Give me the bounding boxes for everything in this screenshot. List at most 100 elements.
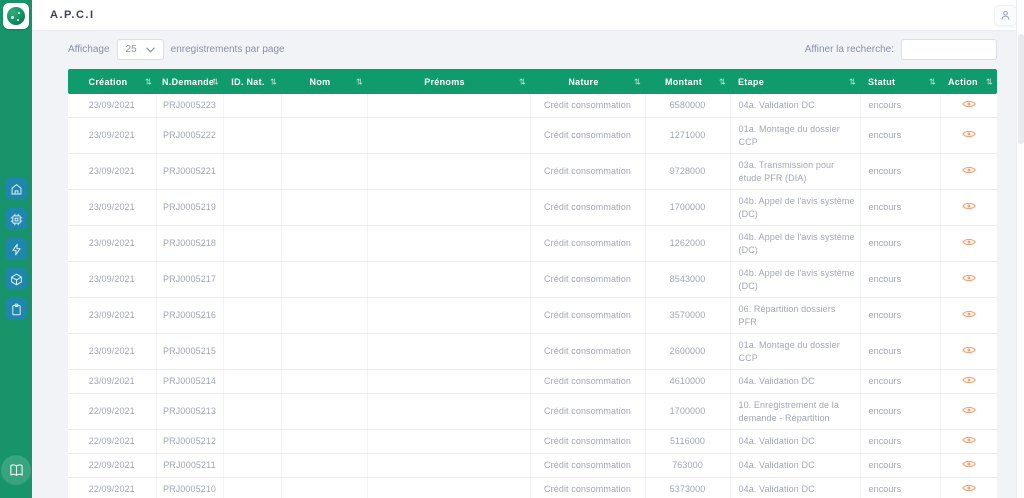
cell-action — [940, 297, 997, 334]
cell-demande: PRJ0005212 — [156, 429, 224, 454]
cell-demande: PRJ0005216 — [156, 297, 224, 334]
cell-creation: 22/09/2021 — [68, 477, 157, 498]
cell-etape: 04a. Validation DC — [730, 477, 861, 498]
cell-id-nat — [223, 429, 282, 454]
cell-id-nat — [223, 153, 282, 190]
cell-statut: encours — [860, 153, 941, 190]
cell-prenoms — [367, 117, 531, 154]
page-size-value: 25 — [125, 44, 137, 55]
cell-etape: 04a. Validation DC — [730, 453, 861, 478]
view-button[interactable] — [961, 483, 976, 493]
cell-id-nat — [223, 189, 282, 226]
clipboard-icon — [10, 303, 23, 316]
cell-id-nat — [223, 225, 282, 262]
cell-statut: encours — [860, 94, 941, 118]
cell-nom — [281, 153, 368, 190]
cell-montant: 1700000 — [645, 189, 731, 226]
cell-demande: PRJ0005222 — [156, 117, 224, 154]
view-button[interactable] — [961, 405, 976, 415]
table-row: 23/09/2021 PRJ0005214 Crédit consommatio… — [68, 369, 997, 394]
app-window: A.P.C.I Affichage 25 enregistrements par… — [0, 0, 1024, 498]
search-input[interactable] — [901, 39, 997, 60]
app-title: A.P.C.I — [50, 9, 95, 21]
sidebar-nav — [0, 178, 32, 320]
sidebar-item-system[interactable] — [5, 208, 27, 230]
cell-id-nat — [223, 94, 282, 118]
documentation-button[interactable] — [1, 455, 31, 485]
cell-etape: 04a. Validation DC — [730, 369, 861, 394]
sidebar-item-home[interactable] — [5, 178, 27, 200]
cell-action — [940, 369, 997, 394]
cell-action — [940, 225, 997, 262]
cell-creation: 23/09/2021 — [68, 261, 157, 298]
eye-icon — [961, 375, 976, 385]
column-header-id-nat[interactable]: ID. Nat. ⇅ — [223, 69, 281, 94]
column-header-prenoms[interactable]: Prénoms ⇅ — [367, 69, 530, 94]
globe-logo-icon — [7, 7, 25, 25]
column-header-nature[interactable]: Nature ⇅ — [530, 69, 645, 94]
view-button[interactable] — [961, 273, 976, 283]
cell-creation: 23/09/2021 — [68, 117, 157, 154]
page-size-select[interactable]: 25 — [116, 39, 164, 60]
column-header-etape[interactable]: Etape ⇅ — [730, 69, 860, 94]
column-header-statut[interactable]: Statut ⇅ — [860, 69, 940, 94]
scrollbar-thumb[interactable] — [1018, 34, 1024, 144]
records-suffix-label: enregistrements par page — [170, 44, 285, 55]
open-book-icon — [9, 463, 24, 478]
table-body: 23/09/2021 PRJ0005223 Crédit consommatio… — [68, 94, 997, 498]
cell-demande: PRJ0005213 — [156, 393, 224, 430]
view-button[interactable] — [961, 435, 976, 445]
table-row: 23/09/2021 PRJ0005221 Crédit consommatio… — [68, 153, 997, 190]
cell-statut: encours — [860, 393, 941, 430]
eye-icon — [961, 345, 976, 355]
cell-creation: 22/09/2021 — [68, 429, 157, 454]
cell-montant: 5373000 — [645, 477, 731, 498]
view-button[interactable] — [961, 237, 976, 247]
cell-nature: Crédit consommation — [530, 94, 646, 118]
table-row: 22/09/2021 PRJ0005210 Crédit consommatio… — [68, 477, 997, 498]
column-header-demande[interactable]: N.Demande ⇅ — [156, 69, 223, 94]
cell-etape: 04b. Appel de l'avis système (DC) — [730, 225, 861, 262]
cell-nom — [281, 333, 368, 370]
view-button[interactable] — [961, 165, 976, 175]
eye-icon — [961, 201, 976, 211]
user-menu-button[interactable] — [994, 5, 1017, 26]
cell-nom — [281, 453, 368, 478]
sidebar-item-reports[interactable] — [5, 298, 27, 320]
cell-montant: 4610000 — [645, 369, 731, 394]
sidebar-item-actions[interactable] — [5, 238, 27, 260]
cell-action — [940, 429, 997, 454]
view-button[interactable] — [961, 99, 976, 109]
view-button[interactable] — [961, 459, 976, 469]
eye-icon — [961, 483, 976, 493]
cell-action — [940, 153, 997, 190]
cell-nom — [281, 117, 368, 154]
column-header-action[interactable]: Action ⇅ — [940, 69, 997, 94]
display-label: Affichage — [68, 44, 110, 55]
sort-icon: ⇅ — [928, 77, 936, 86]
vertical-scrollbar[interactable] — [1016, 0, 1024, 498]
view-button[interactable] — [961, 129, 976, 139]
cell-statut: encours — [860, 453, 941, 478]
view-button[interactable] — [961, 309, 976, 319]
column-header-nom[interactable]: Nom ⇅ — [281, 69, 367, 94]
sidebar-item-products[interactable] — [5, 268, 27, 290]
eye-icon — [961, 129, 976, 139]
view-button[interactable] — [961, 345, 976, 355]
view-button[interactable] — [961, 201, 976, 211]
cell-nature: Crédit consommation — [530, 117, 646, 154]
table-header: Création ⇅ N.Demande ⇅ ID. Nat. ⇅ Nom ⇅ Prén… — [68, 69, 997, 94]
cell-demande: PRJ0005221 — [156, 153, 224, 190]
column-header-creation[interactable]: Création ⇅ — [68, 69, 156, 94]
cell-etape: 04b. Appel de l'avis système (DC) — [730, 189, 861, 226]
table-row: 23/09/2021 PRJ0005219 Crédit consommatio… — [68, 189, 997, 226]
person-icon — [999, 9, 1012, 22]
column-header-montant[interactable]: Montant ⇅ — [645, 69, 730, 94]
eye-icon — [961, 237, 976, 247]
cell-action — [940, 477, 997, 498]
cell-nom — [281, 189, 368, 226]
cell-action — [940, 189, 997, 226]
view-button[interactable] — [961, 375, 976, 385]
cell-nature: Crédit consommation — [530, 453, 646, 478]
table-row: 22/09/2021 PRJ0005213 Crédit consommatio… — [68, 393, 997, 430]
